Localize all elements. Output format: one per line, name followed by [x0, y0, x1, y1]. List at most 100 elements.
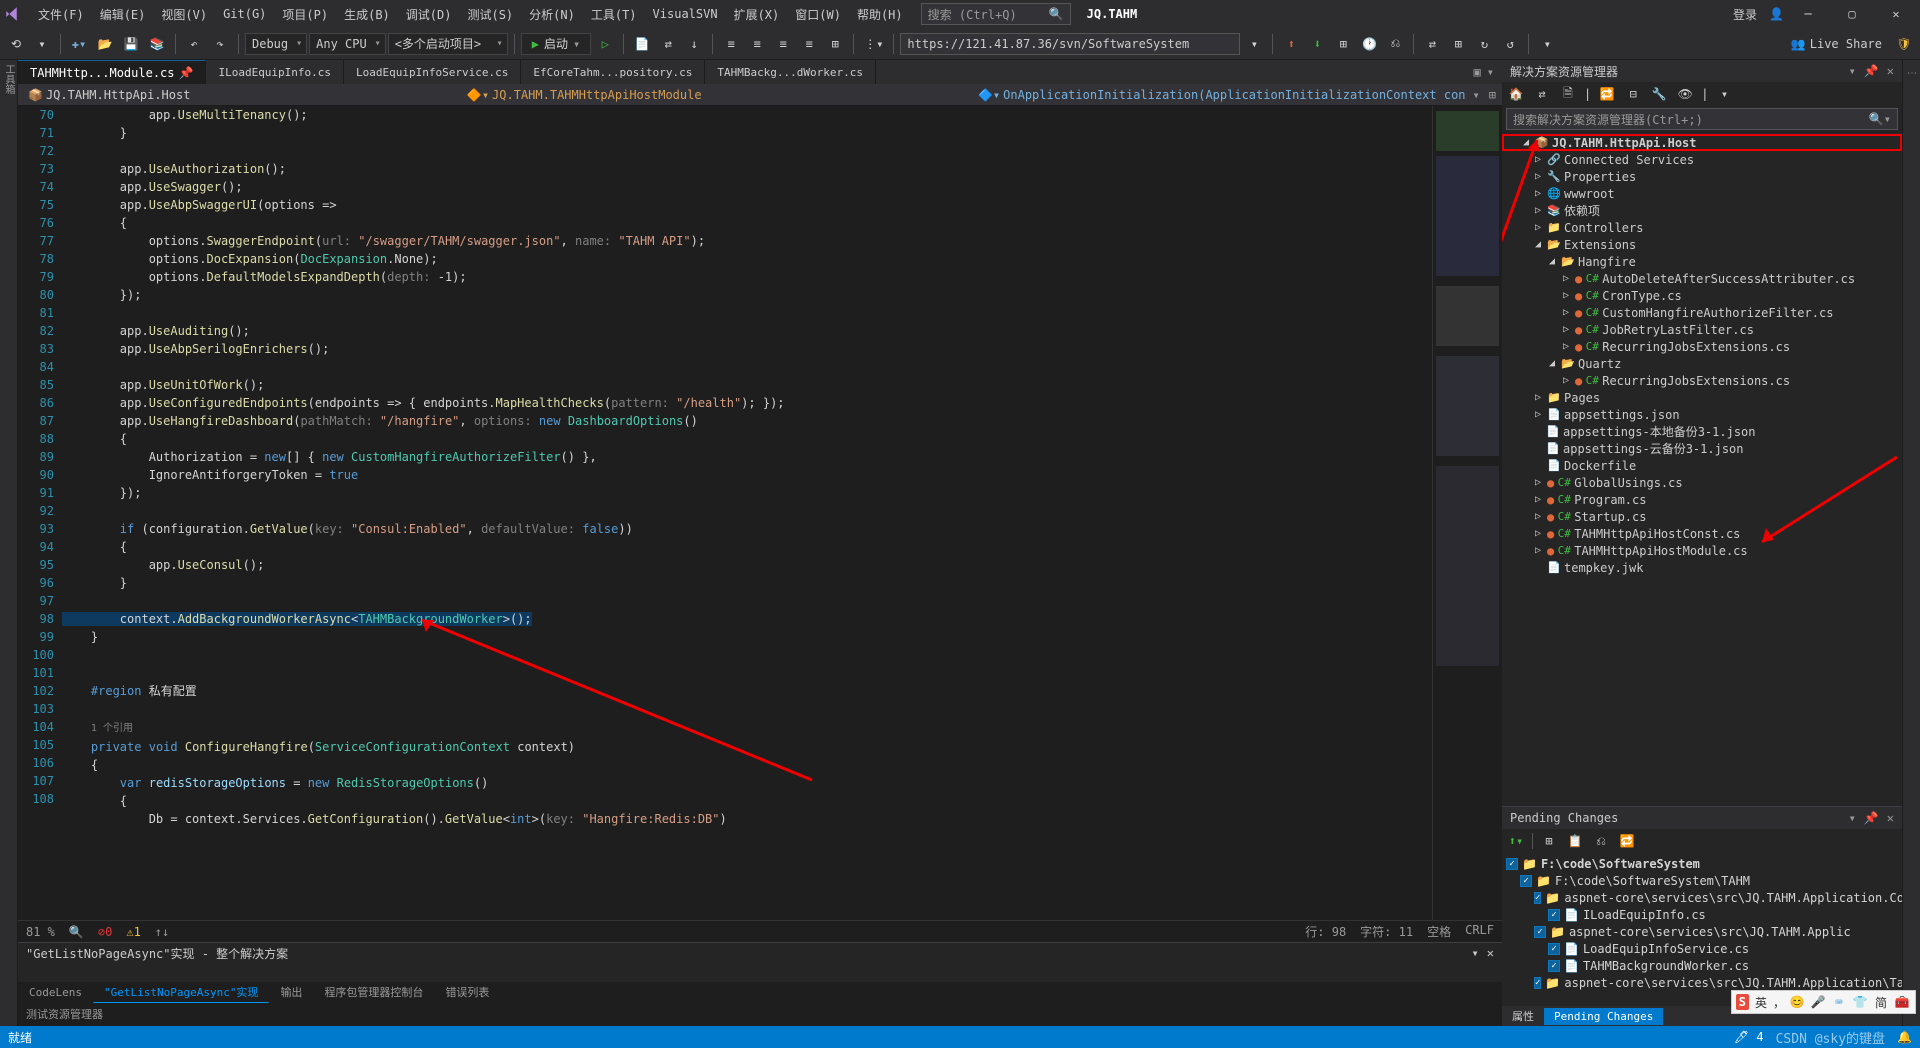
bp-tab-output[interactable]: 输出 [269, 981, 313, 1003]
save-all-button[interactable]: 📚 [145, 32, 169, 56]
notification-count[interactable]: 🖊 4 [1734, 1030, 1764, 1044]
menu-project[interactable]: 项目(P) [274, 3, 336, 26]
sx-props-icon[interactable]: 🔧 [1649, 84, 1669, 104]
tree-deps[interactable]: ▷📚依赖项 [1502, 202, 1902, 219]
start-no-debug-button[interactable]: ▷ [593, 32, 617, 56]
tree-hf4[interactable]: ▷●C#JobRetryLastFilter.cs [1502, 321, 1902, 338]
pc-tb-2[interactable]: ⊞ [1539, 831, 1559, 851]
ime-emoji-icon[interactable]: 😊 [1788, 995, 1806, 1009]
menu-build[interactable]: 生成(B) [336, 3, 398, 26]
pin-icon[interactable]: ▾ [1849, 64, 1856, 78]
window-close[interactable]: ✕ [1876, 2, 1916, 26]
sx-collapse-icon[interactable]: ⊟ [1623, 84, 1643, 104]
tree-module[interactable]: ▷●C#TAHMHttpApiHostModule.cs [1502, 542, 1902, 559]
tree-hf1[interactable]: ▷●C#AutoDeleteAfterSuccessAttributer.cs [1502, 270, 1902, 287]
tab-dropdown-icon[interactable]: ▾ [1487, 65, 1494, 79]
tb-icon-2[interactable]: ⇄ [656, 32, 680, 56]
tb-svn-8[interactable]: ↻ [1472, 32, 1496, 56]
tree-hf5[interactable]: ▷●C#RecurringJobsExtensions.cs [1502, 338, 1902, 355]
tree-project-root[interactable]: ◢📦JQ.TAHM.HttpApi.Host [1502, 134, 1902, 151]
startup-dropdown[interactable]: <多个启动项目> [388, 33, 508, 55]
right-rail-tab[interactable]: ⋮ [1906, 64, 1917, 82]
save-button[interactable]: 💾 [119, 32, 143, 56]
tree-appsettings[interactable]: ▷📄appsettings.json [1502, 406, 1902, 423]
ime-skin-icon[interactable]: 👕 [1851, 995, 1869, 1009]
pending-list[interactable]: ✓📁F:\code\SoftwareSystem ✓📁F:\code\Softw… [1502, 853, 1902, 1006]
tree-properties[interactable]: ▷🔧Properties [1502, 168, 1902, 185]
tree-dockerfile[interactable]: 📄Dockerfile [1502, 457, 1902, 474]
menu-ext[interactable]: 扩展(X) [726, 3, 788, 26]
tree-hangfire[interactable]: ◢📂Hangfire [1502, 253, 1902, 270]
global-search-input[interactable]: 搜索 (Ctrl+Q) 🔍 [921, 3, 1071, 25]
menu-help[interactable]: 帮助(H) [849, 3, 911, 26]
nav-fwd-button[interactable]: ▾ [30, 32, 54, 56]
window-minimize[interactable]: ─ [1788, 2, 1828, 26]
menu-file[interactable]: 文件(F) [30, 3, 92, 26]
menu-test[interactable]: 测试(S) [459, 3, 521, 26]
sx-preview-icon[interactable]: 👁 [1675, 84, 1695, 104]
tree-hf3[interactable]: ▷●C#CustomHangfireAuthorizeFilter.cs [1502, 304, 1902, 321]
nav-back-button[interactable]: ⟲ [4, 32, 28, 56]
redo-button[interactable]: ↷ [208, 32, 232, 56]
zoom-pct[interactable]: 81 % [26, 925, 55, 939]
tree-extensions[interactable]: ◢📂Extensions [1502, 236, 1902, 253]
tree-appsettings2[interactable]: 📄appsettings-本地备份3-1.json [1502, 423, 1902, 440]
ime-mic-icon[interactable]: 🎤 [1809, 995, 1827, 1009]
ime-lang[interactable]: 英 [1752, 994, 1770, 1011]
menu-edit[interactable]: 编辑(E) [92, 3, 154, 26]
tb-icon-4[interactable]: ≡ [719, 32, 743, 56]
tree-wwwroot[interactable]: ▷🌐wwwroot [1502, 185, 1902, 202]
solution-tree[interactable]: ◢📦JQ.TAHM.HttpApi.Host ▷🔗Connected Servi… [1502, 132, 1902, 806]
sx-home-icon[interactable]: 🏠 [1506, 84, 1526, 104]
tab-preview-icon[interactable]: ▣ [1474, 65, 1481, 79]
pc-tb-3[interactable]: 📋 [1565, 831, 1585, 851]
svn-url-box[interactable]: https://121.41.87.36/svn/SoftwareSystem [900, 33, 1240, 55]
tb-svn-9[interactable]: ↺ [1498, 32, 1522, 56]
config-dropdown[interactable]: Debug [245, 33, 307, 55]
tab-1[interactable]: ILoadEquipInfo.cs [206, 60, 344, 84]
sx-showall-icon[interactable]: 🔁 [1597, 84, 1617, 104]
tb-svn-3[interactable]: ⊞ [1331, 32, 1355, 56]
tb-svn-4[interactable]: 🕐 [1357, 32, 1381, 56]
login-button[interactable]: 登录 [1725, 3, 1765, 26]
solution-search-input[interactable]: 搜索解决方案资源管理器(Ctrl+;) 🔍▾ [1506, 108, 1898, 130]
sx-view-icon[interactable]: ▾ [1714, 84, 1734, 104]
tab-4[interactable]: TAHMBackg...dWorker.cs [705, 60, 876, 84]
tab-pending[interactable]: Pending Changes [1544, 1008, 1663, 1025]
menu-debug[interactable]: 调试(D) [398, 3, 460, 26]
tree-connected[interactable]: ▷🔗Connected Services [1502, 151, 1902, 168]
auto-hide-icon[interactable]: 📌 [1864, 64, 1879, 78]
window-restore[interactable]: ▢ [1832, 2, 1872, 26]
liveshare-button[interactable]: 👥 Live Share [1783, 37, 1890, 51]
tb-icon-9[interactable]: ⋮▾ [860, 32, 887, 56]
tree-controllers[interactable]: ▷📁Controllers [1502, 219, 1902, 236]
tree-program[interactable]: ▷●C#Program.cs [1502, 491, 1902, 508]
close-icon[interactable]: ✕ [1887, 64, 1894, 78]
tb-icon-3[interactable]: ↓ [682, 32, 706, 56]
new-item-button[interactable]: ✚▾ [67, 32, 91, 56]
tree-startup[interactable]: ▷●C#Startup.cs [1502, 508, 1902, 525]
tb-svn-5[interactable]: ⎌ [1383, 32, 1407, 56]
bc-method[interactable]: 🔷▾ OnApplicationInitialization(Applicati… [974, 88, 1470, 102]
code-body[interactable]: app.UseMultiTenancy(); } app.UseAuthoriz… [62, 106, 1432, 920]
tab-3[interactable]: EfCoreTahm...pository.cs [521, 60, 705, 84]
tb-svn-6[interactable]: ⇄ [1420, 32, 1444, 56]
indent-mode[interactable]: 空格 [1427, 923, 1451, 940]
tb-icon-7[interactable]: ≡ [797, 32, 821, 56]
open-button[interactable]: 📂 [93, 32, 117, 56]
tree-qz1[interactable]: ▷●C#RecurringJobsExtensions.cs [1502, 372, 1902, 389]
code-editor[interactable]: 7071727374757677787980818283848586878889… [18, 106, 1502, 920]
ime-simplified[interactable]: 简 [1872, 994, 1890, 1011]
tree-gu[interactable]: ▷●C#GlobalUsings.cs [1502, 474, 1902, 491]
tree-tempkey[interactable]: 📄tempkey.jwk [1502, 559, 1902, 576]
admin-icon[interactable]: 🛡 [1892, 32, 1916, 56]
menu-visualsvn[interactable]: VisualSVN [645, 4, 726, 24]
tab-properties[interactable]: 属性 [1502, 1006, 1544, 1026]
tree-hf2[interactable]: ▷●C#CronType.cs [1502, 287, 1902, 304]
ime-tool-icon[interactable]: 🧰 [1893, 995, 1911, 1009]
panel-close-icon[interactable]: ✕ [1487, 946, 1494, 960]
platform-dropdown[interactable]: Any CPU [309, 33, 386, 55]
commit-icon[interactable]: ⬆▾ [1506, 831, 1526, 851]
tb-svn-commit[interactable]: ⬆ [1279, 32, 1303, 56]
minimap[interactable] [1432, 106, 1502, 920]
